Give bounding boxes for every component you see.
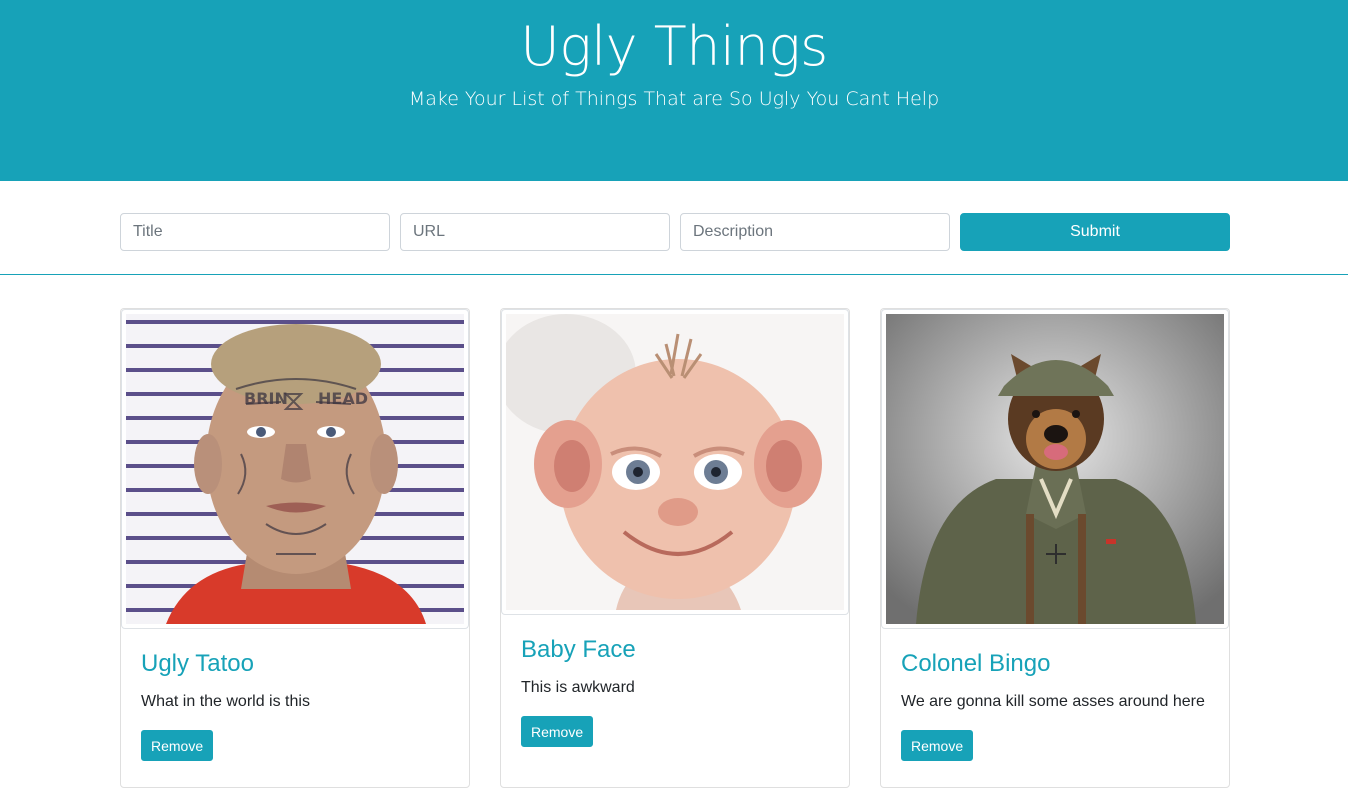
submit-button[interactable]: Submit (960, 213, 1230, 251)
url-input[interactable] (400, 213, 670, 251)
tattooed-man-mugshot-photo: BRIN HEAD (126, 314, 464, 624)
title-input[interactable] (120, 213, 390, 251)
ugly-thing-card: Colonel Bingo We are gonna kill some ass… (880, 308, 1230, 788)
hero-banner: Ugly Things Make Your List of Things Tha… (0, 0, 1348, 181)
remove-button[interactable]: Remove (521, 716, 594, 747)
remove-button[interactable]: Remove (901, 730, 974, 761)
svg-text:HEAD: HEAD (318, 389, 368, 408)
svg-text:BRIN: BRIN (244, 389, 288, 408)
card-description: We are gonna kill some asses around here (901, 693, 1205, 710)
dog-in-uniform-photo (886, 314, 1224, 624)
card-description: What in the world is this (141, 693, 310, 710)
card-description: This is awkward (521, 679, 635, 696)
baby-face-photo (506, 314, 844, 610)
remove-button[interactable]: Remove (141, 730, 214, 761)
page-subtitle: Make Your List of Things That are So Ugl… (408, 88, 940, 110)
card-title: Ugly Tatoo (141, 650, 254, 677)
card-title: Baby Face (521, 636, 636, 663)
add-item-form: Submit (120, 213, 1230, 251)
ugly-thing-card: Baby Face This is awkward Remove (500, 308, 850, 788)
card-image-frame (881, 309, 1229, 629)
card-image-frame: BRIN HEAD (121, 309, 469, 629)
card-image-frame (501, 309, 849, 615)
ugly-thing-card: BRIN HEAD Ugly Tatoo What in the world is… (120, 308, 470, 788)
description-input[interactable] (680, 213, 950, 251)
card-title: Colonel Bingo (901, 650, 1051, 677)
form-divider (0, 274, 1348, 275)
page-title: Ugly Things (520, 15, 828, 78)
